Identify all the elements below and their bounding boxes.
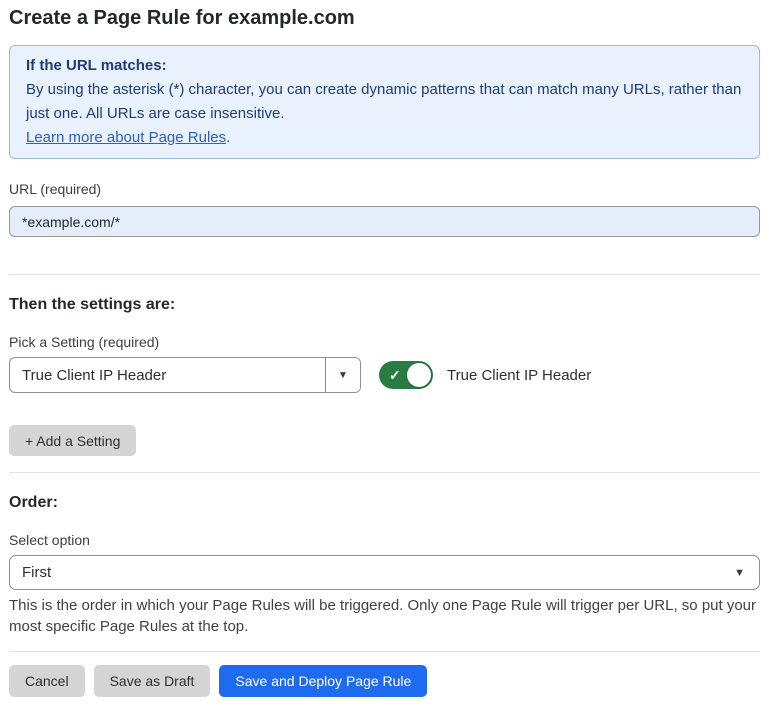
check-icon: ✓ [389, 368, 401, 382]
page-title: Create a Page Rule for example.com [9, 7, 760, 29]
add-setting-button[interactable]: + Add a Setting [9, 425, 136, 456]
learn-more-link[interactable]: Learn more about Page Rules [26, 129, 226, 146]
toggle-knob [407, 363, 431, 387]
divider [9, 472, 760, 473]
setting-row: True Client IP Header ▼ ✓ True Client IP… [9, 357, 760, 393]
order-section-heading: Order: [9, 494, 760, 512]
settings-section-heading: Then the settings are: [9, 296, 760, 314]
link-suffix: . [226, 129, 230, 146]
save-and-deploy-button[interactable]: Save and Deploy Page Rule [219, 665, 427, 697]
order-help-text: This is the order in which your Page Rul… [9, 595, 757, 637]
info-box-body: By using the asterisk (*) character, you… [26, 78, 743, 126]
divider [9, 274, 760, 275]
order-select[interactable]: First ▼ [9, 555, 760, 590]
footer-actions: Cancel Save as Draft Save and Deploy Pag… [9, 665, 760, 697]
pick-setting-label: Pick a Setting (required) [9, 334, 760, 350]
url-match-info-box: If the URL matches: By using the asteris… [9, 45, 760, 159]
divider [9, 651, 760, 652]
order-select-value: First [10, 564, 734, 581]
info-box-heading: If the URL matches: [26, 54, 743, 78]
setting-select-arrow-button[interactable]: ▼ [325, 358, 360, 392]
chevron-down-icon: ▼ [338, 370, 348, 381]
toggle-label: True Client IP Header [447, 367, 591, 384]
save-as-draft-button[interactable]: Save as Draft [94, 665, 211, 697]
true-client-ip-toggle[interactable]: ✓ [379, 361, 433, 389]
info-box-link-line: Learn more about Page Rules. [26, 126, 743, 150]
order-select-label: Select option [9, 532, 760, 548]
setting-select[interactable]: True Client IP Header ▼ [9, 357, 361, 393]
setting-select-value: True Client IP Header [10, 358, 325, 392]
chevron-down-icon: ▼ [734, 567, 759, 579]
cancel-button[interactable]: Cancel [9, 665, 85, 697]
url-field-label: URL (required) [9, 181, 760, 197]
url-input[interactable] [9, 206, 760, 237]
